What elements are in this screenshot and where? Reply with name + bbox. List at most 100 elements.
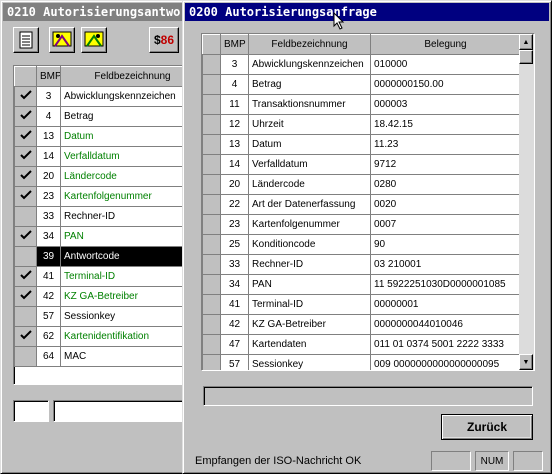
table-row[interactable]: 34 PAN (14, 226, 188, 247)
value-cell[interactable]: 18.42.15 (370, 114, 521, 135)
value-cell[interactable]: 009 0000000000000000095 (370, 354, 521, 370)
row-check-cell[interactable] (14, 166, 37, 187)
back-input-small[interactable] (13, 400, 49, 422)
value-cell[interactable]: 11 5922251030D0000001085 (370, 274, 521, 295)
counter-button[interactable]: $86 (149, 27, 179, 53)
table-row[interactable]: 41 Terminal-ID (14, 266, 188, 287)
table-row[interactable]: 4 Betrag 0000000150.00 (202, 74, 521, 95)
row-selector-cell[interactable] (202, 134, 221, 155)
row-check-cell[interactable] (14, 86, 37, 107)
table-row[interactable]: 13 Datum (14, 126, 188, 147)
scroll-thumb[interactable] (519, 50, 533, 64)
row-selector-cell[interactable] (202, 294, 221, 315)
row-check-cell[interactable] (14, 206, 37, 227)
row-selector-cell[interactable] (202, 254, 221, 275)
header-feldbezeichnung[interactable]: Feldbezeichnung (248, 34, 371, 55)
field-name-cell: Verfalldatum (248, 154, 371, 175)
row-check-cell[interactable] (14, 146, 37, 167)
table-row[interactable]: 57 Sessionkey 009 0000000000000000095 (202, 354, 521, 370)
row-selector-cell[interactable] (202, 314, 221, 335)
zurueck-button[interactable]: Zurück (441, 414, 533, 440)
table-row[interactable]: 34 PAN 11 5922251030D0000001085 (202, 274, 521, 295)
row-selector-cell[interactable] (202, 54, 221, 75)
row-selector-cell[interactable] (202, 194, 221, 215)
table-row[interactable]: 11 Transaktionsnummer 000003 (202, 94, 521, 115)
value-cell[interactable]: 0000000150.00 (370, 74, 521, 95)
table-row[interactable]: 62 Kartenidentifikation (14, 326, 188, 347)
row-check-cell[interactable] (14, 266, 37, 287)
header-belegung[interactable]: Belegung (370, 34, 521, 55)
row-selector-cell[interactable] (202, 74, 221, 95)
table-row[interactable]: 12 Uhrzeit 18.42.15 (202, 114, 521, 135)
value-cell[interactable]: 00000001 (370, 294, 521, 315)
value-cell[interactable]: 90 (370, 234, 521, 255)
row-selector-cell[interactable] (202, 94, 221, 115)
row-check-cell[interactable] (14, 106, 37, 127)
table-row[interactable]: 23 Kartenfolgenummer 0007 (202, 214, 521, 235)
table-row[interactable]: 41 Terminal-ID 00000001 (202, 294, 521, 315)
value-cell[interactable]: 0000000044010046 (370, 314, 521, 335)
value-cell[interactable]: 11.23 (370, 134, 521, 155)
scroll-down-button[interactable]: ▼ (519, 354, 533, 370)
table-row[interactable]: 42 KZ GA-Betreiber 0000000044010046 (202, 314, 521, 335)
card-tool-button-2[interactable] (81, 27, 107, 53)
scroll-up-button[interactable]: ▲ (519, 34, 533, 50)
header-bmp[interactable]: BMP (220, 34, 249, 55)
value-cell[interactable]: 0280 (370, 174, 521, 195)
window-title-0210[interactable]: 0210 Autorisierungsantwort (3, 3, 187, 21)
table-row[interactable]: 57 Sessionkey (14, 306, 188, 327)
header-feldbezeichnung[interactable]: Feldbezeichnung (60, 66, 188, 87)
row-check-cell[interactable] (14, 246, 37, 267)
row-check-cell[interactable] (14, 326, 37, 347)
row-selector-cell[interactable] (202, 274, 221, 295)
back-input-large[interactable] (53, 400, 189, 422)
table-row[interactable]: 42 KZ GA-Betreiber (14, 286, 188, 307)
value-cell[interactable]: 000003 (370, 94, 521, 115)
table-row[interactable]: 13 Datum 11.23 (202, 134, 521, 155)
table-row[interactable]: 39 Antwortcode (14, 246, 188, 267)
row-selector-cell[interactable] (202, 354, 221, 370)
field-name-cell: Rechner-ID (60, 206, 188, 227)
table-row[interactable]: 25 Konditioncode 90 (202, 234, 521, 255)
row-check-cell[interactable] (14, 226, 37, 247)
value-cell[interactable]: 0020 (370, 194, 521, 215)
row-selector-cell[interactable] (202, 214, 221, 235)
row-selector-cell[interactable] (202, 154, 221, 175)
row-selector-cell[interactable] (202, 334, 221, 355)
table-row[interactable]: 64 MAC (14, 346, 188, 367)
row-selector-cell[interactable] (202, 234, 221, 255)
row-check-cell[interactable] (14, 346, 37, 367)
table-row[interactable]: 3 Abwicklungskennzeichen (14, 86, 188, 107)
row-selector-cell[interactable] (202, 174, 221, 195)
row-check-cell[interactable] (14, 186, 37, 207)
table-row[interactable]: 20 Ländercode 0280 (202, 174, 521, 195)
card-tool-button-1[interactable] (49, 27, 75, 53)
value-cell[interactable]: 03 210001 (370, 254, 521, 275)
header-bmp[interactable]: BMP (36, 66, 61, 87)
vertical-scrollbar[interactable]: ▲ ▼ (519, 34, 534, 370)
row-selector-cell[interactable] (202, 114, 221, 135)
table-row[interactable]: 22 Art der Datenerfassung 0020 (202, 194, 521, 215)
document-button[interactable] (13, 27, 39, 53)
field-name-cell: Ländercode (60, 166, 188, 187)
table-row[interactable]: 33 Rechner-ID 03 210001 (202, 254, 521, 275)
table-row[interactable]: 3 Abwicklungskennzeichen 010000 (202, 54, 521, 75)
table-row[interactable]: 23 Kartenfolgenummer (14, 186, 188, 207)
value-cell[interactable]: 010000 (370, 54, 521, 75)
table-row[interactable]: 33 Rechner-ID (14, 206, 188, 227)
row-check-cell[interactable] (14, 306, 37, 327)
row-check-cell[interactable] (14, 126, 37, 147)
table-row[interactable]: 47 Kartendaten 011 01 0374 5001 2222 3333 (202, 334, 521, 355)
bmp-cell: 41 (220, 294, 249, 315)
table-row[interactable]: 14 Verfalldatum (14, 146, 188, 167)
value-cell[interactable]: 0007 (370, 214, 521, 235)
value-cell[interactable]: 9712 (370, 154, 521, 175)
value-cell[interactable]: 011 01 0374 5001 2222 3333 (370, 334, 521, 355)
row-check-cell[interactable] (14, 286, 37, 307)
front-message-field[interactable] (203, 386, 533, 406)
bmp-cell: 57 (36, 306, 61, 327)
table-row[interactable]: 14 Verfalldatum 9712 (202, 154, 521, 175)
table-row[interactable]: 20 Ländercode (14, 166, 188, 187)
table-row[interactable]: 4 Betrag (14, 106, 188, 127)
window-title-0200[interactable]: 0200 Autorisierungsanfrage (185, 3, 549, 21)
